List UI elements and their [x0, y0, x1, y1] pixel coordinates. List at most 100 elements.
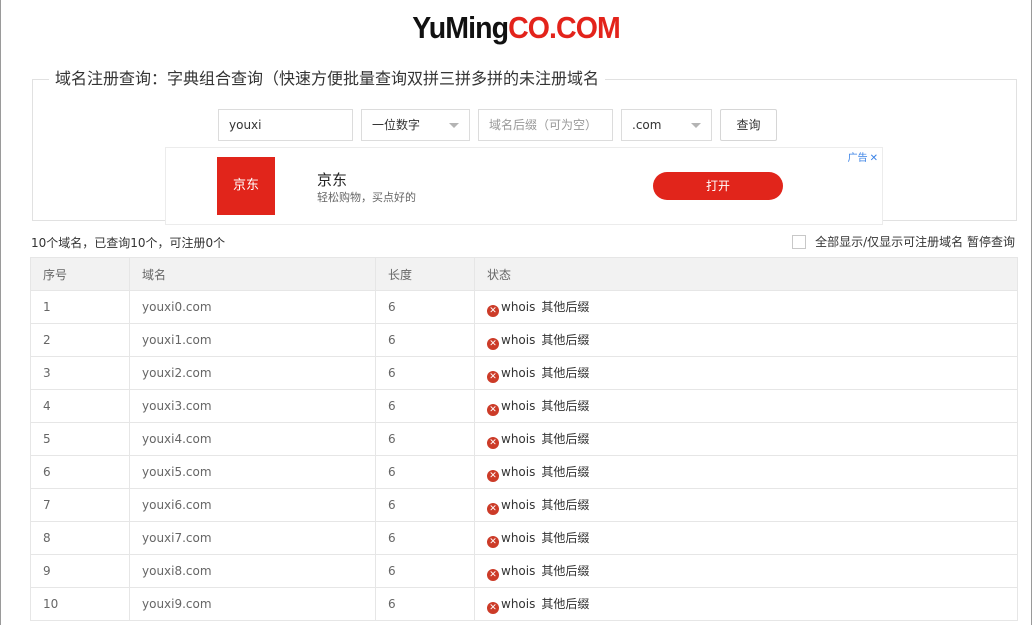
- whois-link[interactable]: whois: [501, 597, 535, 611]
- unavailable-icon: ✕: [487, 337, 499, 350]
- unavailable-icon: ✕: [487, 601, 499, 614]
- other-suffix-link[interactable]: 其他后缀: [541, 366, 589, 380]
- row-domain: youxi9.com: [129, 587, 376, 621]
- row-domain: youxi2.com: [129, 356, 376, 390]
- row-status: ✕ whois 其他后缀: [474, 587, 1018, 621]
- pause-query-link[interactable]: 暂停查询: [967, 235, 1015, 249]
- tld-select-value: .com: [632, 118, 662, 132]
- row-domain: youxi0.com: [129, 290, 376, 324]
- row-status: ✕ whois 其他后缀: [474, 554, 1018, 588]
- unavailable-icon: ✕: [487, 568, 499, 581]
- suffix-input[interactable]: 域名后缀（可为空）: [478, 109, 613, 141]
- row-length: 6: [375, 356, 475, 390]
- row-status: ✕ whois 其他后缀: [474, 356, 1018, 390]
- whois-link[interactable]: whois: [501, 399, 535, 413]
- row-length: 6: [375, 389, 475, 423]
- row-domain: youxi3.com: [129, 389, 376, 423]
- ad-description: 轻松购物，买点好的: [317, 191, 416, 204]
- ad-title: 京东: [317, 171, 348, 189]
- row-length: 6: [375, 290, 475, 324]
- whois-link[interactable]: whois: [501, 366, 535, 380]
- logo-text-accent: CO.COM: [508, 10, 621, 45]
- table-row: 7 youxi6.com 6 ✕ whois 其他后缀: [30, 488, 1018, 522]
- ad-open-button[interactable]: 打开: [653, 172, 783, 200]
- other-suffix-link[interactable]: 其他后缀: [541, 465, 589, 479]
- ad-badge-label: 广告: [847, 153, 868, 164]
- table-body: 1 youxi0.com 6 ✕ whois 其他后缀 2 youxi1.com 6 ✕ whois…: [30, 290, 1018, 621]
- unavailable-icon: ✕: [487, 436, 499, 449]
- other-suffix-link[interactable]: 其他后缀: [541, 333, 589, 347]
- close-icon[interactable]: ✕: [870, 153, 878, 164]
- table-row: 5 youxi4.com 6 ✕ whois 其他后缀: [30, 422, 1018, 456]
- toggle-label[interactable]: 全部显示/仅显示可注册域名: [815, 235, 963, 249]
- header-status: 状态: [474, 257, 1018, 291]
- other-suffix-link[interactable]: 其他后缀: [541, 531, 589, 545]
- other-suffix-link[interactable]: 其他后缀: [541, 498, 589, 512]
- table-row: 9 youxi8.com 6 ✕ whois 其他后缀: [30, 554, 1018, 588]
- row-index: 2: [30, 323, 130, 357]
- pattern-select[interactable]: 一位数字: [361, 109, 470, 141]
- row-length: 6: [375, 455, 475, 489]
- row-index: 5: [30, 422, 130, 456]
- other-suffix-link[interactable]: 其他后缀: [541, 399, 589, 413]
- header-domain: 域名: [129, 257, 376, 291]
- other-suffix-link[interactable]: 其他后缀: [541, 300, 589, 314]
- whois-link[interactable]: whois: [501, 531, 535, 545]
- other-suffix-link[interactable]: 其他后缀: [541, 432, 589, 446]
- row-index: 3: [30, 356, 130, 390]
- header-length: 长度: [375, 257, 475, 291]
- site-logo[interactable]: YuMingCO.COM: [42, 10, 990, 46]
- unavailable-icon: ✕: [487, 469, 499, 482]
- table-row: 6 youxi5.com 6 ✕ whois 其他后缀: [30, 455, 1018, 489]
- row-status: ✕ whois 其他后缀: [474, 290, 1018, 324]
- row-domain: youxi4.com: [129, 422, 376, 456]
- unavailable-icon: ✕: [487, 304, 499, 317]
- ad-badge: 广告 ✕: [848, 149, 878, 164]
- row-status: ✕ whois 其他后缀: [474, 389, 1018, 423]
- display-toggle: 全部显示/仅显示可注册域名 暂停查询: [792, 233, 1015, 250]
- table-row: 4 youxi3.com 6 ✕ whois 其他后缀: [30, 389, 1018, 423]
- row-domain: youxi8.com: [129, 554, 376, 588]
- whois-link[interactable]: whois: [501, 432, 535, 446]
- keyword-input[interactable]: youxi: [218, 109, 353, 141]
- row-domain: youxi6.com: [129, 488, 376, 522]
- chevron-down-icon: [449, 123, 459, 128]
- unavailable-icon: ✕: [487, 403, 499, 416]
- row-index: 10: [30, 587, 130, 621]
- show-available-checkbox[interactable]: [792, 235, 807, 249]
- row-length: 6: [375, 323, 475, 357]
- row-length: 6: [375, 422, 475, 456]
- whois-link[interactable]: whois: [501, 564, 535, 578]
- unavailable-icon: ✕: [487, 502, 499, 515]
- other-suffix-link[interactable]: 其他后缀: [541, 597, 589, 611]
- row-index: 7: [30, 488, 130, 522]
- result-table: 序号 域名 长度 状态 1 youxi0.com 6 ✕ whois 其他后缀 2 youxi…: [30, 257, 1018, 621]
- row-index: 1: [30, 290, 130, 324]
- table-row: 10 youxi9.com 6 ✕ whois 其他后缀: [30, 587, 1018, 621]
- row-index: 8: [30, 521, 130, 555]
- chevron-down-icon: [691, 123, 701, 128]
- table-row: 2 youxi1.com 6 ✕ whois 其他后缀: [30, 323, 1018, 357]
- whois-link[interactable]: whois: [501, 300, 535, 314]
- row-domain: youxi7.com: [129, 521, 376, 555]
- row-length: 6: [375, 554, 475, 588]
- table-row: 1 youxi0.com 6 ✕ whois 其他后缀: [30, 290, 1018, 324]
- row-status: ✕ whois 其他后缀: [474, 521, 1018, 555]
- whois-link[interactable]: whois: [501, 465, 535, 479]
- whois-link[interactable]: whois: [501, 498, 535, 512]
- row-status: ✕ whois 其他后缀: [474, 455, 1018, 489]
- row-length: 6: [375, 488, 475, 522]
- whois-link[interactable]: whois: [501, 333, 535, 347]
- row-index: 9: [30, 554, 130, 588]
- ad-banner[interactable]: 京东 京东 轻松购物，买点好的 打开 广告 ✕: [165, 147, 883, 225]
- tld-select[interactable]: .com: [621, 109, 712, 141]
- row-index: 4: [30, 389, 130, 423]
- unavailable-icon: ✕: [487, 535, 499, 548]
- other-suffix-link[interactable]: 其他后缀: [541, 564, 589, 578]
- table-header-row: 序号 域名 长度 状态: [30, 257, 1018, 291]
- row-length: 6: [375, 521, 475, 555]
- pattern-select-value: 一位数字: [372, 118, 421, 132]
- query-button[interactable]: 查询: [720, 109, 777, 141]
- row-domain: youxi1.com: [129, 323, 376, 357]
- header-index: 序号: [30, 257, 130, 291]
